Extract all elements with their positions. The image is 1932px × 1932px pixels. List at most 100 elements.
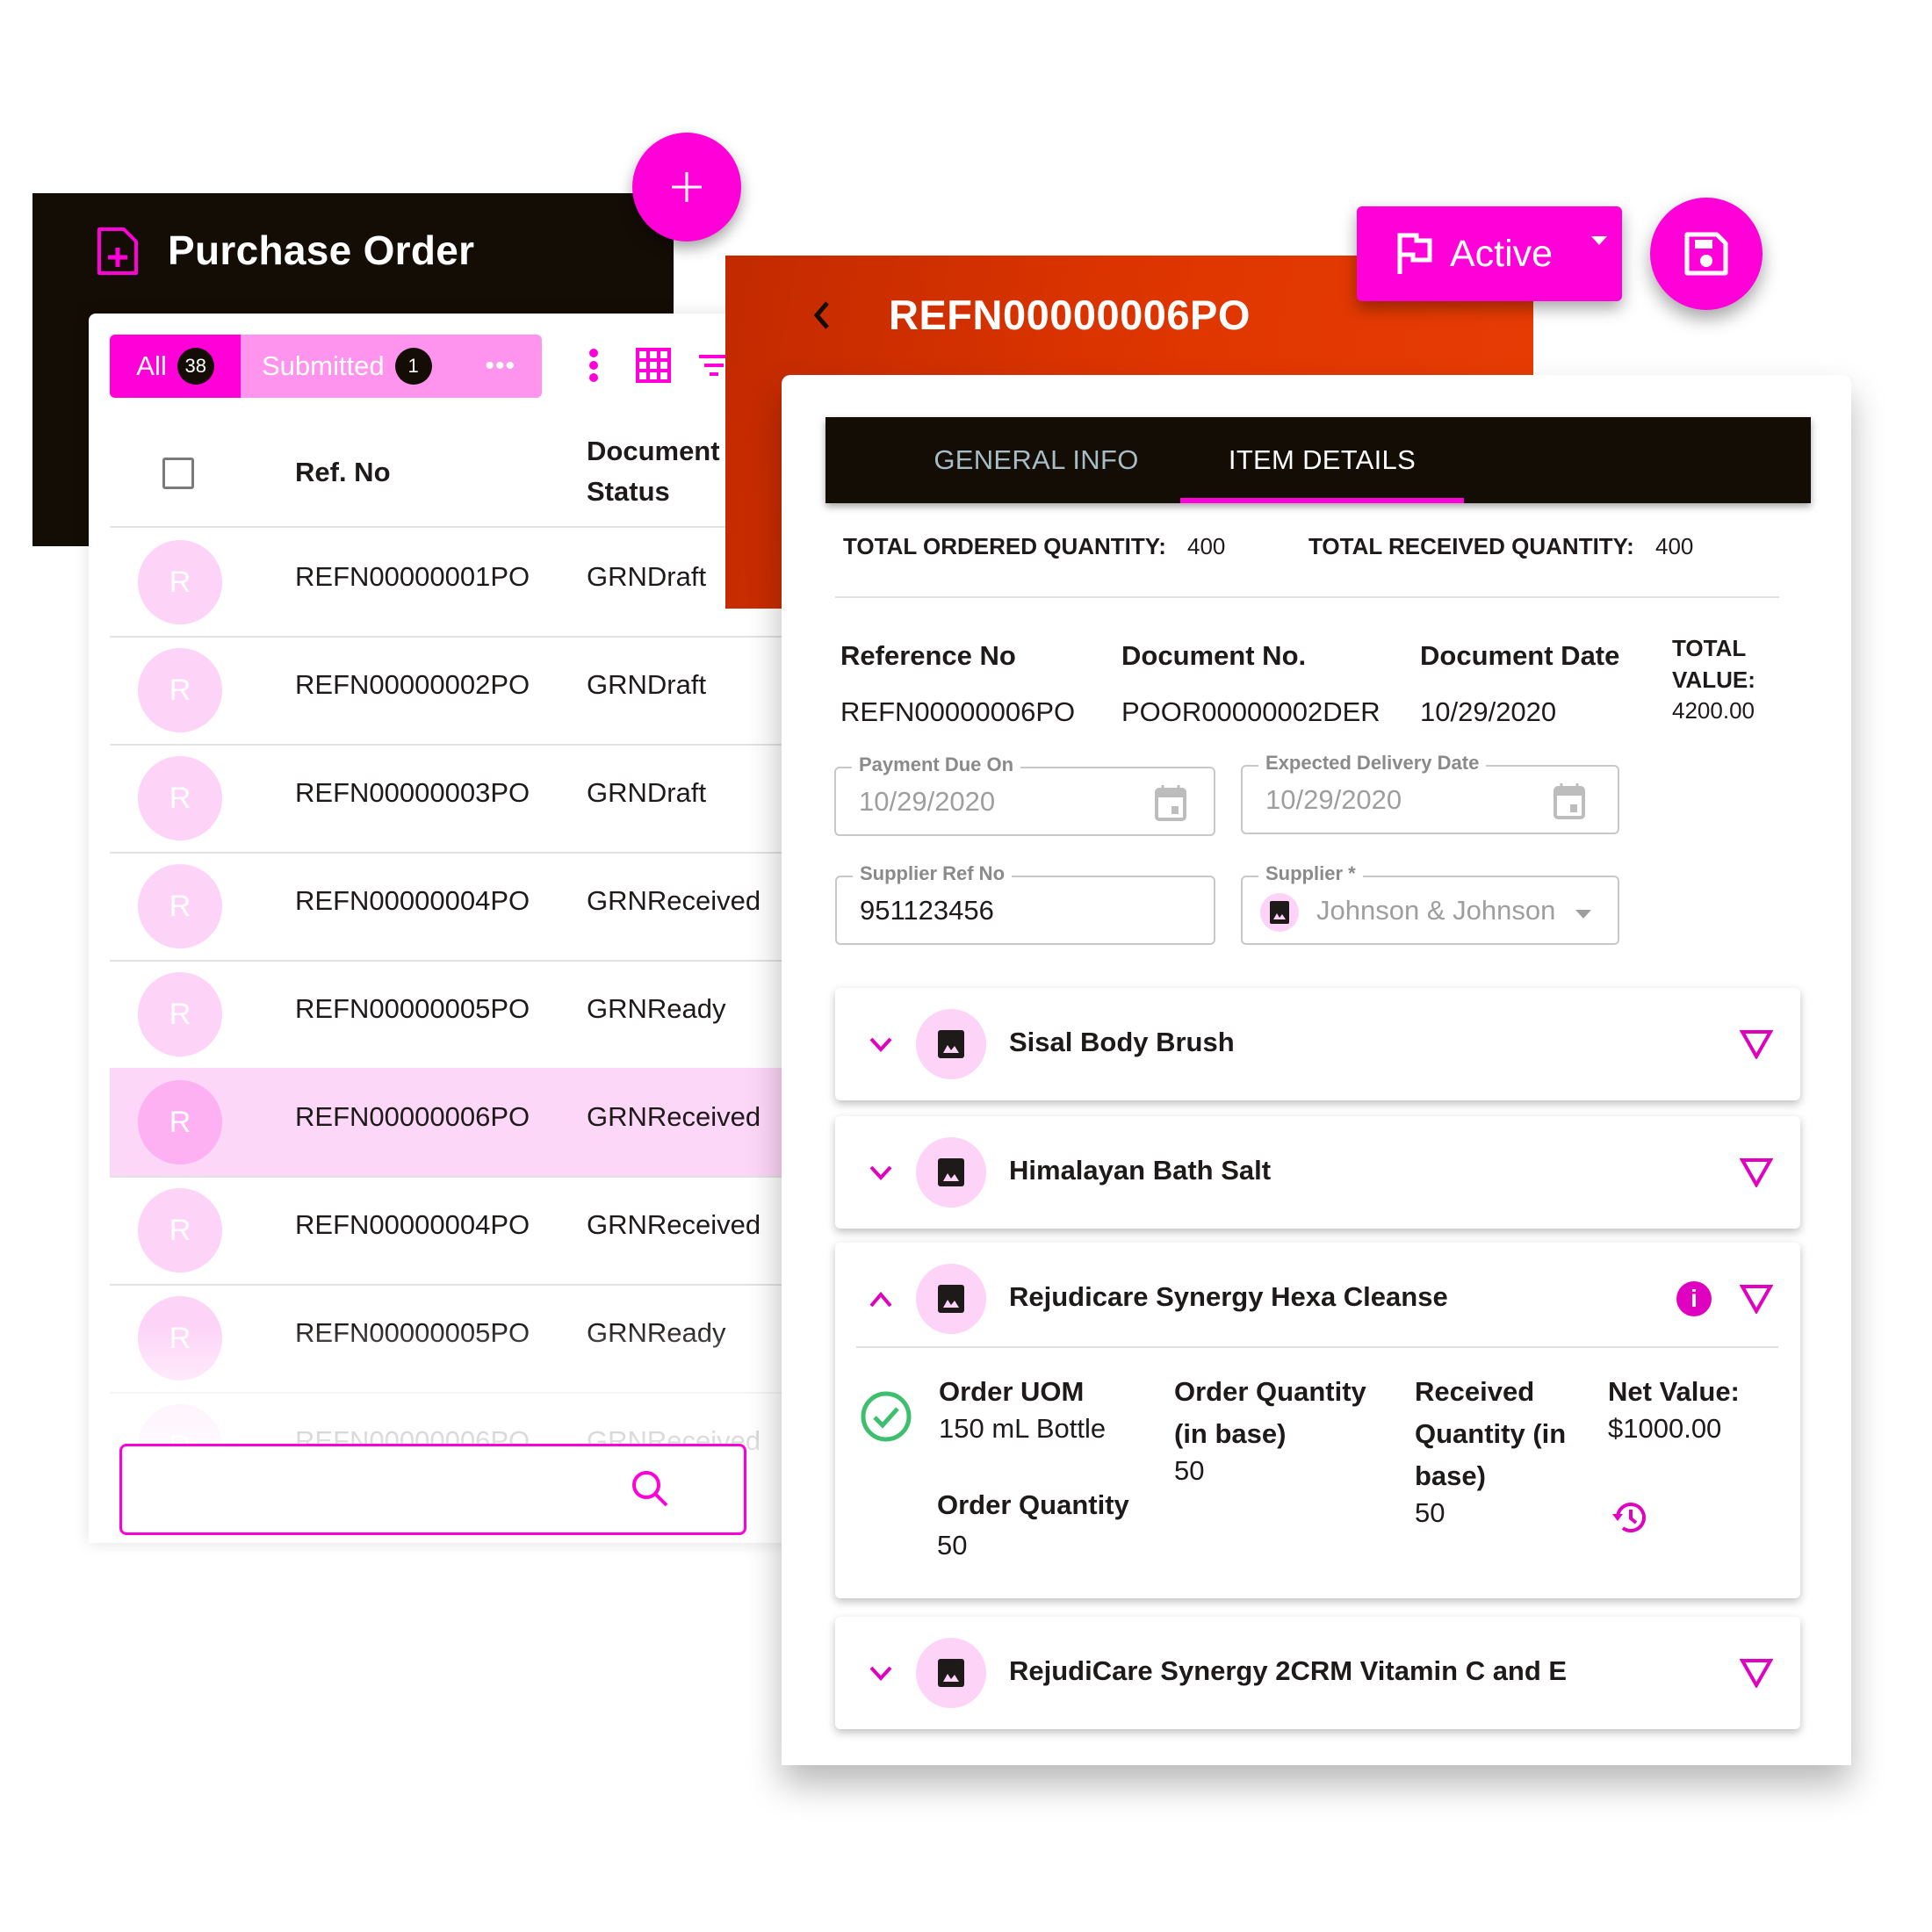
more-filters-button[interactable]: ••• bbox=[485, 351, 515, 381]
supplier-ref-label: Supplier Ref No bbox=[853, 862, 1013, 885]
order-uom-value: 150 mL Bottle bbox=[939, 1413, 1107, 1444]
item-divider bbox=[856, 1346, 1778, 1348]
table-row[interactable]: R REFN00000004PO GRNReceived bbox=[110, 852, 797, 962]
expected-delivery-value: 10/29/2020 bbox=[1265, 784, 1402, 815]
received-quantity-label-3: base) bbox=[1415, 1460, 1486, 1491]
document-no-label: Document No. bbox=[1121, 640, 1307, 671]
back-chevron-icon[interactable] bbox=[810, 296, 836, 335]
column-header-status-line2: Status bbox=[587, 476, 670, 507]
purchase-order-list: All 38 Submitted 1 ••• Ref. No Document … bbox=[89, 314, 797, 1543]
info-icon[interactable]: i bbox=[1676, 1281, 1712, 1316]
chevron-up-icon[interactable] bbox=[869, 1289, 893, 1308]
status-dropdown-button[interactable]: Active bbox=[1357, 206, 1622, 301]
table-row[interactable]: R REFN00000004PO GRNReceived bbox=[110, 1176, 797, 1286]
triangle-down-icon[interactable] bbox=[1740, 1157, 1773, 1187]
filter-submitted-tab[interactable]: Submitted 1 ••• bbox=[241, 335, 542, 398]
image-icon bbox=[938, 1030, 964, 1058]
supplier-select[interactable]: Supplier * Johnson & Johnson bbox=[1241, 862, 1619, 945]
document-no-value: POOR00000002DER bbox=[1121, 696, 1381, 727]
order-uom-block: Order UOM 150 mL Bottle bbox=[939, 1371, 1106, 1445]
item-name[interactable]: Rejudicare Synergy Hexa Cleanse bbox=[1009, 1281, 1448, 1313]
row-document-status: GRNDraft bbox=[587, 561, 707, 592]
row-document-status: GRNReceived bbox=[587, 885, 761, 916]
row-ref-no: REFN00000005PO bbox=[295, 993, 530, 1024]
triangle-down-icon[interactable] bbox=[1740, 1029, 1773, 1059]
row-ref-no: REFN00000003PO bbox=[295, 777, 530, 808]
supplier-ref-field[interactable]: Supplier Ref No 951123456 bbox=[835, 862, 1215, 945]
row-document-status: GRNDraft bbox=[587, 669, 707, 700]
totals-divider bbox=[835, 596, 1779, 598]
triangle-down-icon[interactable] bbox=[1740, 1284, 1773, 1314]
supplier-value: Johnson & Johnson bbox=[1316, 895, 1556, 926]
tab-general-info[interactable]: GENERAL INFO bbox=[913, 417, 1159, 503]
grid-view-icon[interactable] bbox=[633, 345, 674, 386]
total-ordered-label: TOTAL ORDERED QUANTITY: bbox=[843, 533, 1166, 559]
item-thumbnail bbox=[916, 1009, 986, 1079]
search-input[interactable] bbox=[119, 1444, 746, 1535]
payment-due-field[interactable]: Payment Due On 10/29/2020 bbox=[834, 753, 1215, 836]
filter-submitted-count: 1 bbox=[394, 348, 432, 385]
payment-due-value: 10/29/2020 bbox=[859, 786, 996, 817]
add-purchase-order-button[interactable] bbox=[632, 133, 741, 242]
item-name[interactable]: Himalayan Bath Salt bbox=[1009, 1155, 1271, 1186]
document-date-value: 10/29/2020 bbox=[1420, 696, 1557, 727]
tab-item-details[interactable]: ITEM DETAILS bbox=[1180, 417, 1464, 503]
row-ref-no: REFN00000004PO bbox=[295, 885, 530, 916]
order-quantity-base-block: Order Quantity (in base) 50 bbox=[1174, 1371, 1366, 1487]
received-quantity-label-2: Quantity (in bbox=[1415, 1418, 1567, 1449]
plus-icon bbox=[672, 172, 702, 202]
table-row[interactable]: R REFN00000001PO GRNDraft bbox=[110, 528, 797, 638]
item-card: Rejudicare Synergy Hexa Cleanse i Order UO… bbox=[835, 1243, 1800, 1598]
save-button[interactable] bbox=[1650, 198, 1763, 310]
received-quantity-value: 50 bbox=[1415, 1497, 1445, 1528]
image-icon bbox=[938, 1158, 964, 1186]
order-quantity-base-label-2: (in base) bbox=[1174, 1418, 1287, 1449]
avatar: R bbox=[138, 540, 222, 624]
item-card: Sisal Body Brush bbox=[835, 988, 1800, 1100]
chevron-down-icon[interactable] bbox=[869, 1663, 893, 1683]
received-quantity-label-1: Received bbox=[1415, 1376, 1535, 1407]
status-label: Active bbox=[1450, 232, 1554, 275]
search-icon[interactable] bbox=[630, 1468, 672, 1510]
item-name[interactable]: RejudiCare Synergy 2CRM Vitamin C and E bbox=[1009, 1655, 1567, 1687]
history-icon[interactable] bbox=[1610, 1497, 1650, 1538]
item-thumbnail bbox=[916, 1638, 986, 1708]
column-header-ref-no[interactable]: Ref. No bbox=[295, 452, 391, 493]
expected-delivery-field[interactable]: Expected Delivery Date 10/29/2020 bbox=[1241, 752, 1619, 834]
total-value-label: TOTAL VALUE: bbox=[1672, 632, 1755, 696]
net-value-label: Net Value: bbox=[1608, 1376, 1740, 1407]
order-uom-label: Order UOM bbox=[939, 1376, 1085, 1407]
table-row[interactable]: R REFN00000003PO GRNDraft bbox=[110, 744, 797, 854]
column-header-document-status[interactable]: Document Status bbox=[587, 431, 720, 512]
page-title: Purchase Order bbox=[168, 227, 475, 273]
file-add-icon bbox=[97, 227, 138, 275]
filter-all-tab[interactable]: All 38 bbox=[110, 335, 241, 398]
select-all-checkbox[interactable] bbox=[162, 458, 194, 489]
supplier-ref-value: 951123456 bbox=[860, 895, 994, 926]
expected-delivery-label: Expected Delivery Date bbox=[1258, 752, 1487, 775]
total-ordered-value: 400 bbox=[1187, 533, 1226, 559]
chevron-down-icon[interactable] bbox=[869, 1163, 893, 1182]
column-header-status-line1: Document bbox=[587, 436, 720, 466]
triangle-down-icon[interactable] bbox=[1740, 1658, 1773, 1688]
received-quantity-block: Received Quantity (in base) 50 bbox=[1415, 1371, 1566, 1529]
calendar-icon[interactable] bbox=[1155, 784, 1186, 821]
item-card: Himalayan Bath Salt bbox=[835, 1116, 1800, 1229]
table-row[interactable]: R REFN00000002PO GRNDraft bbox=[110, 636, 797, 746]
image-icon bbox=[938, 1285, 964, 1313]
total-value-label-line1: TOTAL bbox=[1672, 635, 1747, 661]
reference-no-value: REFN00000006PO bbox=[840, 696, 1076, 727]
calendar-icon[interactable] bbox=[1554, 782, 1585, 819]
row-document-status: GRNDraft bbox=[587, 777, 707, 808]
total-received-label: TOTAL RECEIVED QUANTITY: bbox=[1308, 533, 1634, 559]
flag-icon bbox=[1397, 233, 1432, 274]
avatar: R bbox=[138, 756, 222, 840]
more-vertical-icon[interactable] bbox=[573, 345, 614, 386]
table-row[interactable]: R REFN00000005PO GRNReady bbox=[110, 960, 797, 1070]
table-row[interactable]: R REFN00000006PO GRNReceived bbox=[110, 1068, 797, 1178]
supplier-avatar bbox=[1260, 893, 1299, 932]
chevron-down-icon[interactable] bbox=[869, 1034, 893, 1054]
item-name[interactable]: Sisal Body Brush bbox=[1009, 1027, 1235, 1058]
avatar: R bbox=[138, 1188, 222, 1272]
row-document-status: GRNReceived bbox=[587, 1209, 761, 1240]
